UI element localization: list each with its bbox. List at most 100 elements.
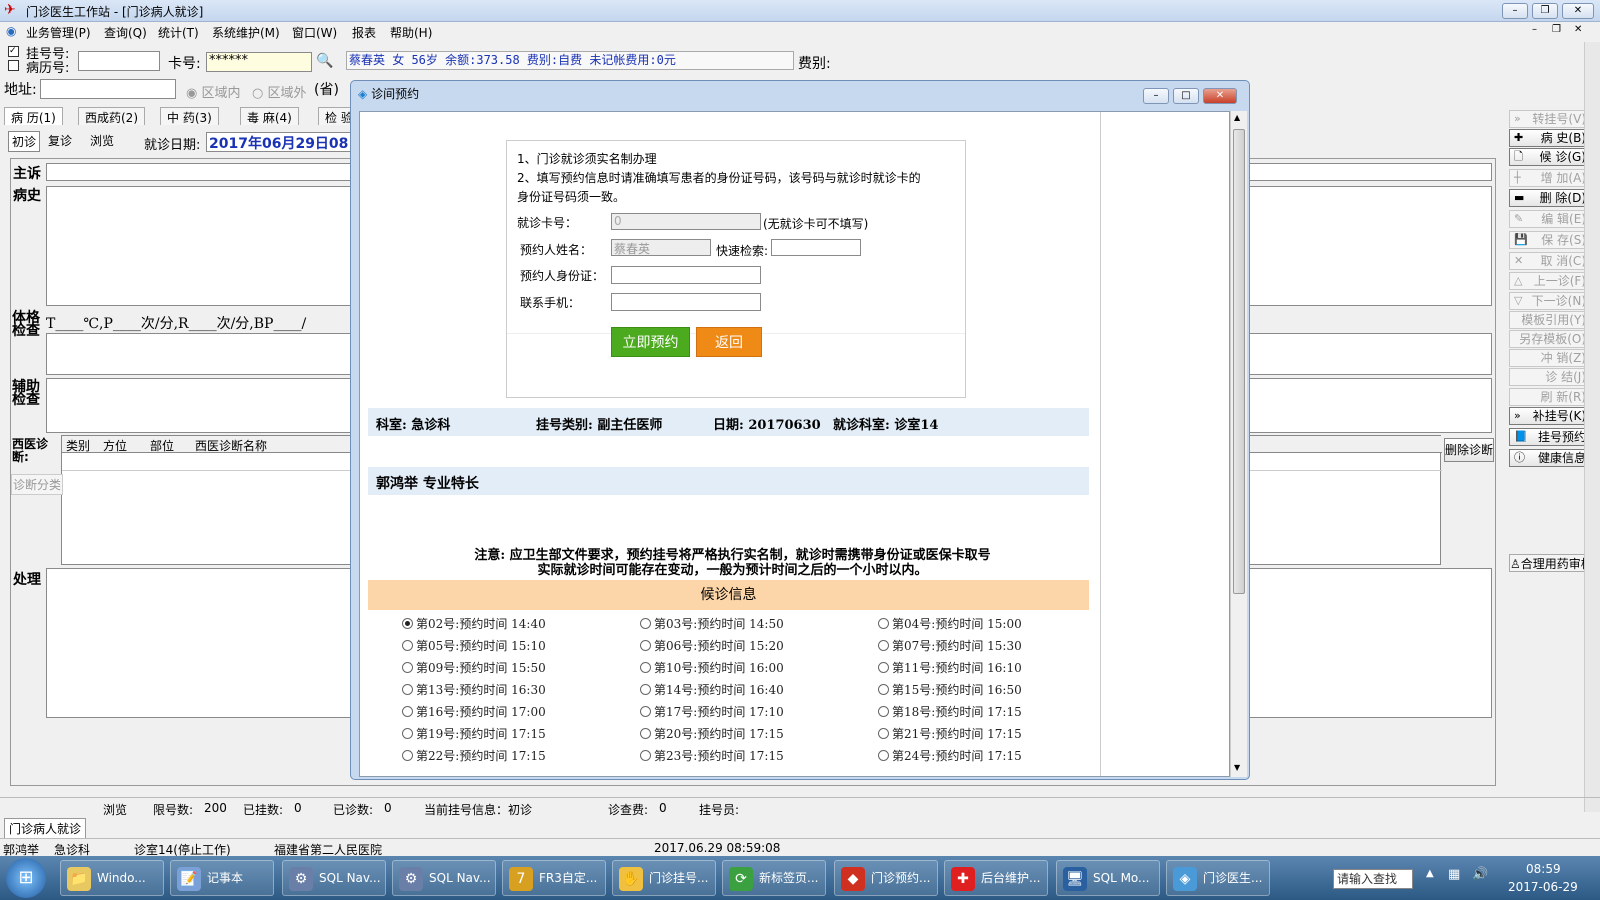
radio-icon[interactable]	[402, 728, 413, 739]
radio-icon[interactable]	[878, 750, 889, 761]
taskbar-item[interactable]: ⚙ SQL Nav...	[282, 860, 386, 896]
clock-time[interactable]: 08:59	[1526, 862, 1561, 876]
toolbar-button-7[interactable]: ✕ 取 消(C)	[1509, 252, 1591, 270]
menu-report[interactable]: 报表	[352, 24, 376, 41]
first-visit-button[interactable]: 初诊	[8, 131, 41, 152]
toolbar-button-0[interactable]: » 转挂号(V)	[1509, 110, 1591, 128]
tab-record[interactable]: 病 历(1)	[4, 107, 63, 125]
radio-icon[interactable]	[640, 684, 651, 695]
radio-icon[interactable]	[878, 684, 889, 695]
slot-option[interactable]: 第22号:预约时间 17:15	[402, 747, 546, 764]
slot-option[interactable]: 第21号:预约时间 17:15	[878, 725, 1022, 742]
menu-query[interactable]: 查询(Q)	[104, 24, 147, 41]
toolbar-button-9[interactable]: ▽ 下一诊(N)	[1509, 292, 1591, 310]
region-out-radio[interactable]: ○ 区域外	[252, 82, 307, 101]
slot-option[interactable]: 第23号:预约时间 17:15	[640, 747, 784, 764]
menu-stats[interactable]: 统计(T)	[158, 24, 199, 41]
tab-narcotic[interactable]: 毒 麻(4)	[240, 107, 299, 125]
dialog-maximize-button[interactable]: □	[1173, 88, 1199, 104]
dialog-close-button[interactable]: ✕	[1203, 88, 1237, 104]
menu-help[interactable]: 帮助(H)	[390, 24, 432, 41]
slot-option[interactable]: 第09号:预约时间 15:50	[402, 659, 546, 676]
radio-icon[interactable]	[878, 640, 889, 651]
slot-option[interactable]: 第06号:预约时间 15:20	[640, 637, 784, 654]
toolbar-button-11[interactable]: 另存模板(O)	[1509, 330, 1591, 348]
delete-diag-button[interactable]: 删除诊断	[1444, 438, 1494, 462]
toolbar-button-2[interactable]: 🗋 候 诊(G)	[1509, 148, 1591, 166]
radio-icon[interactable]	[640, 706, 651, 717]
name-input[interactable]: 蔡春英	[611, 239, 711, 256]
slot-option[interactable]: 第04号:预约时间 15:00	[878, 615, 1022, 632]
toolbar-button-15[interactable]: » 补挂号(K)	[1509, 407, 1591, 425]
toolbar-button-17[interactable]: ⓘ 健康信息	[1509, 449, 1591, 467]
reg-no-input[interactable]	[78, 51, 160, 71]
taskbar-item[interactable]: ✋ 门诊挂号...	[612, 860, 716, 896]
toolbar-button-4[interactable]: ▬ 删 除(D)	[1509, 189, 1591, 207]
radio-icon[interactable]	[878, 618, 889, 629]
visit-date-input[interactable]: 2017年06月29日08	[206, 132, 352, 152]
slot-option[interactable]: 第11号:预约时间 16:10	[878, 659, 1022, 676]
right-scrollbar[interactable]	[1584, 42, 1600, 812]
phone-input[interactable]	[611, 293, 761, 311]
scroll-thumb[interactable]	[1233, 129, 1245, 594]
slot-option[interactable]: 第05号:预约时间 15:10	[402, 637, 546, 654]
diag-class-button[interactable]: 诊断分类	[11, 474, 64, 495]
slot-option[interactable]: 第19号:预约时间 17:15	[402, 725, 546, 742]
toolbar-button-3[interactable]: ┼ 增 加(A)	[1509, 169, 1591, 187]
taskbar-item[interactable]: ◆ 门诊预约...	[834, 860, 938, 896]
toolbar-button-13[interactable]: 诊 结(J)	[1509, 368, 1591, 386]
volume-icon[interactable]: 🔊	[1472, 867, 1488, 882]
dialog-scrollbar[interactable]: ▲ ▼	[1230, 111, 1247, 777]
network-icon[interactable]: ▦	[1448, 867, 1460, 882]
slot-option[interactable]: 第20号:预约时间 17:15	[640, 725, 784, 742]
slot-option[interactable]: 第10号:预约时间 16:00	[640, 659, 784, 676]
mdi-minimize-icon[interactable]: –	[1532, 24, 1537, 35]
doc-tab[interactable]: 门诊病人就诊	[4, 818, 87, 839]
restore-button[interactable]: ❐	[1532, 3, 1558, 19]
slot-option[interactable]: 第16号:预约时间 17:00	[402, 703, 546, 720]
radio-icon[interactable]	[402, 706, 413, 717]
submit-appointment-button[interactable]: 立即预约	[611, 327, 690, 357]
close-button[interactable]: ✕	[1562, 3, 1594, 19]
radio-icon[interactable]	[402, 640, 413, 651]
back-button[interactable]: 返回	[696, 327, 762, 357]
radio-icon[interactable]	[640, 728, 651, 739]
taskbar-item[interactable]: 📁 Windo...	[60, 860, 164, 896]
taskbar-item[interactable]: 🖥 SQL Mo...	[1056, 860, 1160, 896]
toolbar-button-10[interactable]: 模板引用(Y)	[1509, 311, 1591, 329]
toolbar-button-6[interactable]: 💾 保 存(S)	[1509, 231, 1591, 249]
radio-icon[interactable]	[402, 750, 413, 761]
minimize-button[interactable]: –	[1502, 3, 1528, 19]
start-button[interactable]: ⊞	[6, 858, 46, 898]
slot-option[interactable]: 第18号:预约时间 17:15	[878, 703, 1022, 720]
radio-icon[interactable]	[402, 684, 413, 695]
menu-window[interactable]: 窗口(W)	[292, 24, 337, 41]
taskbar-item[interactable]: 7 FR3自定...	[502, 860, 606, 896]
slot-option[interactable]: 第02号:预约时间 14:40	[402, 615, 546, 632]
radio-icon[interactable]	[640, 640, 651, 651]
record-checkbox[interactable]	[8, 60, 19, 71]
toolbar-button-16[interactable]: 📘 挂号预约	[1509, 428, 1591, 446]
card-reader-icon[interactable]: 🔍	[316, 53, 333, 69]
toolbar-button-8[interactable]: △ 上一诊(F)	[1509, 272, 1591, 290]
taskbar-item[interactable]: ✚ 后台维护...	[944, 860, 1048, 896]
radio-icon[interactable]	[640, 618, 651, 629]
slot-option[interactable]: 第24号:预约时间 17:15	[878, 747, 1022, 764]
scroll-up-icon[interactable]: ▲	[1234, 113, 1240, 122]
slot-option[interactable]: 第17号:预约时间 17:10	[640, 703, 784, 720]
tab-western-drug[interactable]: 西成药(2)	[78, 107, 145, 125]
dialog-minimize-button[interactable]: –	[1143, 88, 1169, 104]
slot-option[interactable]: 第14号:预约时间 16:40	[640, 681, 784, 698]
slot-option[interactable]: 第07号:预约时间 15:30	[878, 637, 1022, 654]
mdi-close-icon[interactable]: ✕	[1574, 24, 1582, 35]
toolbar-button-12[interactable]: 冲 销(Z)	[1509, 349, 1591, 367]
browse-button[interactable]: 浏览	[90, 132, 114, 149]
taskbar-item[interactable]: ⚙ SQL Nav...	[392, 860, 496, 896]
taskbar-search-input[interactable]: 请输入查找	[1333, 869, 1413, 889]
clock-date[interactable]: 2017-06-29	[1508, 880, 1578, 894]
card-no-input[interactable]: 0	[611, 213, 761, 230]
radio-icon[interactable]	[640, 662, 651, 673]
toolbar-button-5[interactable]: ✎ 编 辑(E)	[1509, 210, 1591, 228]
return-visit-button[interactable]: 复诊	[48, 132, 72, 149]
menu-business[interactable]: 业务管理(P)	[26, 24, 91, 41]
